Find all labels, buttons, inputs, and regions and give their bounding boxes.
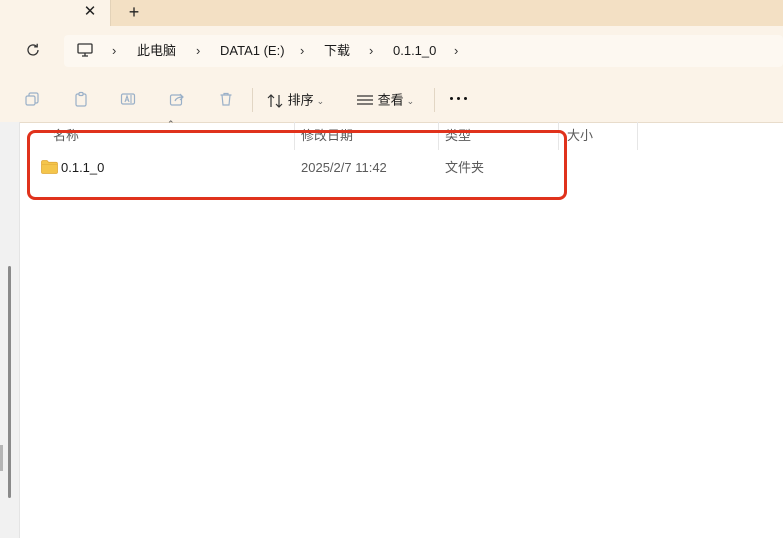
file-type: 文件夹 (445, 160, 485, 175)
sort-label: 排序 (287, 92, 314, 108)
file-row[interactable]: 0.1.1_0 2025/2/7 11:42 文件夹 (36, 156, 556, 180)
chevron-right-icon[interactable]: › (112, 43, 116, 59)
chevron-right-icon[interactable]: › (300, 43, 304, 59)
column-divider[interactable] (294, 122, 295, 150)
column-header-name[interactable]: 名称 (53, 128, 79, 144)
view-label: 查看 (377, 92, 404, 108)
paste-icon[interactable] (73, 91, 89, 107)
more-icon[interactable] (450, 97, 453, 100)
more-options-button[interactable] (448, 94, 470, 104)
column-divider[interactable] (558, 122, 559, 150)
navigation-resize-handle[interactable] (0, 445, 3, 471)
computer-icon[interactable] (76, 42, 94, 58)
column-divider[interactable] (637, 122, 638, 150)
chevron-right-icon[interactable]: › (369, 43, 373, 59)
file-modified-date: 2025/2/7 11:42 (301, 160, 387, 175)
column-divider[interactable] (438, 122, 439, 150)
toolbar-divider (434, 88, 435, 112)
breadcrumb-current-folder[interactable]: 0.1.1_0 (393, 43, 436, 59)
delete-icon[interactable] (218, 91, 234, 107)
new-tab-button[interactable]: + (124, 2, 144, 22)
file-name[interactable]: 0.1.1_0 (61, 160, 104, 176)
more-icon[interactable] (457, 97, 460, 100)
rename-icon[interactable] (120, 91, 136, 107)
view-list-icon[interactable] (356, 93, 374, 109)
close-icon[interactable]: ✕ (84, 3, 97, 20)
column-header-row: ⌃ 名称 修改日期 类型 大小 (20, 119, 783, 150)
breadcrumb-drive[interactable]: DATA1 (E:) (220, 43, 285, 59)
tab-strip: ✕ + (0, 0, 783, 26)
refresh-button[interactable] (24, 42, 42, 60)
column-header-modified[interactable]: 修改日期 (301, 128, 353, 144)
toolbar-divider (252, 88, 253, 112)
column-header-size[interactable]: 大小 (567, 128, 593, 144)
navigation-pane[interactable] (0, 122, 20, 538)
sort-ascending-icon: ⌃ (167, 119, 175, 129)
share-icon[interactable] (169, 91, 185, 107)
refresh-icon[interactable] (25, 42, 41, 58)
navigation-scrollbar[interactable] (8, 266, 11, 498)
chevron-right-icon[interactable]: › (454, 43, 458, 59)
more-icon[interactable] (464, 97, 467, 100)
command-bar: 排序 ⌄ 查看 ⌄ (0, 76, 783, 123)
active-tab[interactable]: ✕ (0, 0, 111, 26)
copy-icon[interactable] (24, 91, 40, 107)
breadcrumb-this-pc[interactable]: 此电脑 (137, 43, 176, 59)
chevron-down-icon: ⌄ (406, 95, 415, 106)
close-tab-button[interactable]: ✕ (80, 3, 100, 21)
chevron-down-icon: ⌄ (316, 95, 325, 106)
navigation-bar: › 此电脑 › DATA1 (E:) › 下载 › 0.1.1_0 › (0, 26, 783, 76)
chevron-right-icon[interactable]: › (196, 43, 200, 59)
view-button[interactable]: 查看 ⌄ (356, 88, 414, 112)
plus-icon[interactable]: + (129, 2, 140, 22)
folder-icon[interactable] (41, 160, 58, 174)
sort-button[interactable]: 排序 ⌄ (266, 88, 324, 112)
sort-icon[interactable] (266, 93, 284, 109)
breadcrumb-downloads[interactable]: 下载 (324, 43, 350, 59)
address-bar[interactable]: › 此电脑 › DATA1 (E:) › 下载 › 0.1.1_0 › (64, 35, 783, 67)
column-header-type[interactable]: 类型 (445, 128, 471, 144)
